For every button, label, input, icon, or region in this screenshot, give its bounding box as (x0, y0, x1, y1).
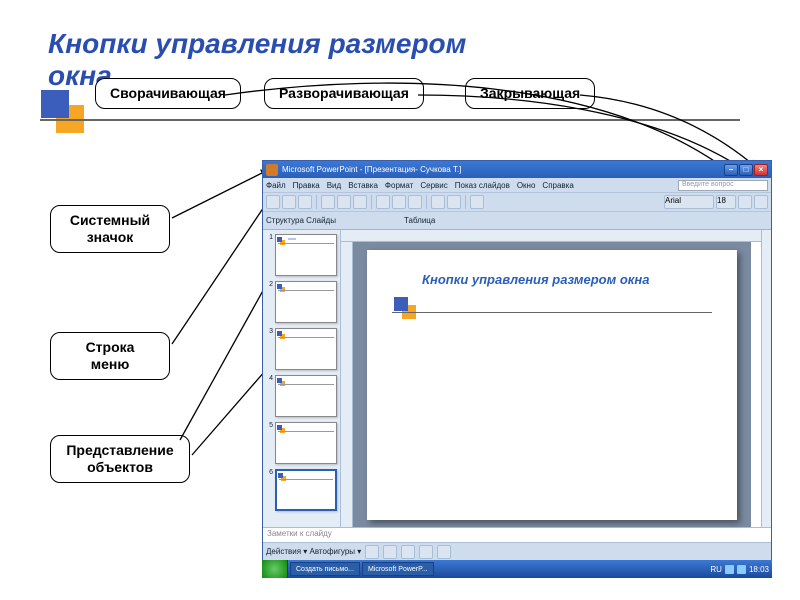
work-area: 1xxxx 2 3 4 5 6 Кнопки управления размер… (263, 230, 771, 527)
actions-menu[interactable]: Действия ▾ Автофигуры ▾ (266, 547, 361, 556)
tray-clock[interactable]: 18:03 (749, 565, 769, 574)
thumb-2[interactable] (275, 281, 337, 323)
menu-insert[interactable]: Вставка (348, 181, 378, 190)
tray-icon[interactable] (737, 565, 746, 574)
windows-taskbar[interactable]: Создать письмо... Microsoft PowerP... RU… (262, 560, 772, 578)
menu-tools[interactable]: Сервис (420, 181, 447, 190)
thumb-6[interactable] (275, 469, 337, 511)
callout-menubar: Строка меню (50, 332, 170, 380)
close-button[interactable]: × (754, 164, 768, 176)
drawing-toolbar[interactable]: Действия ▾ Автофигуры ▾ (263, 542, 771, 560)
thumb-5[interactable] (275, 422, 337, 464)
ruler-vertical (341, 242, 353, 527)
callout-close: Закрывающая (465, 78, 595, 109)
taskbar-item-1[interactable]: Создать письмо... (290, 562, 360, 576)
standard-toolbar[interactable]: Arial 18 (263, 192, 771, 212)
titlebar[interactable]: Microsoft PowerPoint - [Презентация- Суч… (263, 161, 771, 178)
callout-maximize: Разворачивающая (264, 78, 424, 109)
powerpoint-window: Microsoft PowerPoint - [Презентация- Суч… (262, 160, 772, 560)
save-button[interactable] (298, 195, 312, 209)
table-button[interactable] (470, 195, 484, 209)
redo-button[interactable] (447, 195, 461, 209)
slide-area: Кнопки управления размером окна (341, 230, 761, 527)
thumb-3[interactable] (275, 328, 337, 370)
table-label: Таблица (404, 216, 435, 225)
canvas-title: Кнопки управления размером окна (422, 272, 649, 287)
callout-system-icon: Системный значок (50, 205, 170, 253)
paste-button[interactable] (408, 195, 422, 209)
preview-button[interactable] (337, 195, 351, 209)
undo-button[interactable] (431, 195, 445, 209)
italic-button[interactable] (754, 195, 768, 209)
spellcheck-button[interactable] (353, 195, 367, 209)
window-title: Microsoft PowerPoint - [Презентация- Суч… (282, 165, 723, 174)
arrow-tool[interactable] (383, 545, 397, 559)
menu-help[interactable]: Справка (542, 181, 573, 190)
menu-window[interactable]: Окно (517, 181, 536, 190)
slide-canvas[interactable]: Кнопки управления размером окна (367, 250, 737, 520)
menu-view[interactable]: Вид (327, 181, 341, 190)
tray-lang[interactable]: RU (710, 565, 722, 574)
menubar[interactable]: Файл Правка Вид Вставка Формат Сервис По… (263, 178, 771, 192)
notes-pane[interactable]: Заметки к слайду (263, 527, 771, 542)
fontsize-selector[interactable]: 18 (716, 195, 736, 209)
open-button[interactable] (282, 195, 296, 209)
minimize-button[interactable]: – (724, 164, 738, 176)
scrollbar-vertical[interactable] (761, 230, 771, 527)
canvas-rule (392, 312, 712, 313)
tray-icon[interactable] (725, 565, 734, 574)
title-rule (40, 119, 740, 121)
menu-format[interactable]: Формат (385, 181, 413, 190)
menu-file[interactable]: Файл (266, 181, 286, 190)
new-button[interactable] (266, 195, 280, 209)
callout-minimize: Сворачивающая (95, 78, 241, 109)
system-tray[interactable]: RU 18:03 (710, 565, 772, 574)
print-button[interactable] (321, 195, 335, 209)
thumbnails-pane[interactable]: 1xxxx 2 3 4 5 6 (263, 230, 341, 527)
thumb-4[interactable] (275, 375, 337, 417)
taskbar-item-2[interactable]: Microsoft PowerP... (362, 562, 434, 576)
callout-views: Представление объектов (50, 435, 190, 483)
menu-slideshow[interactable]: Показ слайдов (455, 181, 510, 190)
rect-tool[interactable] (401, 545, 415, 559)
menu-edit[interactable]: Правка (293, 181, 320, 190)
font-selector[interactable]: Arial (664, 195, 714, 209)
textbox-tool[interactable] (437, 545, 451, 559)
bold-button[interactable] (738, 195, 752, 209)
system-icon[interactable] (266, 164, 278, 176)
oval-tool[interactable] (419, 545, 433, 559)
help-question-box[interactable]: Введите вопрос (678, 180, 768, 191)
ruler-horizontal (341, 230, 761, 242)
outline-slides-tabs[interactable]: Структура Слайды (266, 216, 336, 225)
thumb-1[interactable]: xxxx (275, 234, 337, 276)
start-button[interactable] (262, 560, 288, 578)
line-tool[interactable] (365, 545, 379, 559)
cut-button[interactable] (376, 195, 390, 209)
maximize-button[interactable]: □ (739, 164, 753, 176)
copy-button[interactable] (392, 195, 406, 209)
tabs-bar: Структура Слайды Таблица (263, 212, 771, 230)
